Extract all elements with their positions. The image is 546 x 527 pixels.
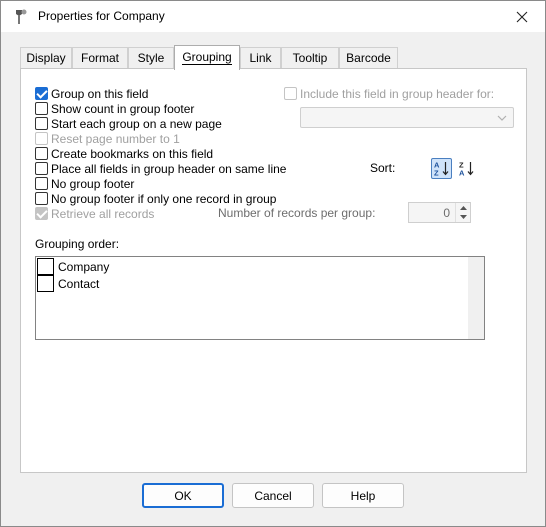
sort-za-icon: Z A xyxy=(459,161,474,178)
checkbox-box[interactable] xyxy=(35,177,48,190)
sort-az-icon: A Z xyxy=(434,161,449,178)
same-line-checkbox[interactable]: Place all fields in group header on same… xyxy=(35,161,286,176)
bookmarks-checkbox[interactable]: Create bookmarks on this field xyxy=(35,146,213,161)
tab-link[interactable]: Link xyxy=(240,47,281,69)
checkbox-box[interactable] xyxy=(35,102,48,115)
sort-label: Sort: xyxy=(370,161,396,175)
list-item-checkbox[interactable] xyxy=(37,258,54,275)
app-icon xyxy=(16,9,27,24)
checkbox-box xyxy=(35,207,48,220)
list-item[interactable]: Contact xyxy=(37,275,99,292)
close-icon xyxy=(516,11,528,22)
sort-descending-button[interactable]: Z A xyxy=(456,158,477,179)
new-page-checkbox[interactable]: Start each group on a new page xyxy=(35,116,222,131)
spin-up-button xyxy=(456,203,471,212)
cancel-button[interactable]: Cancel xyxy=(232,483,314,508)
ok-button[interactable]: OK xyxy=(142,483,224,508)
list-item-checkbox[interactable] xyxy=(37,275,54,292)
tab-format[interactable]: Format xyxy=(72,47,128,69)
tab-grouping[interactable]: Grouping xyxy=(174,45,240,70)
checkbox-box xyxy=(284,87,297,100)
spin-down-button xyxy=(456,212,471,221)
spinner-buttons xyxy=(455,203,470,222)
tab-display[interactable]: Display xyxy=(20,47,72,69)
tab-barcode[interactable]: Barcode xyxy=(339,47,398,69)
checkbox-box[interactable] xyxy=(35,147,48,160)
svg-text:A: A xyxy=(459,169,465,178)
caret-up-icon xyxy=(460,205,467,210)
tab-tooltip[interactable]: Tooltip xyxy=(281,47,339,69)
grouping-order-list[interactable]: Company Contact xyxy=(35,256,485,340)
list-scrollbar[interactable] xyxy=(468,257,484,339)
title-bar: Properties for Company xyxy=(1,1,545,32)
include-header-checkbox: Include this field in group header for: xyxy=(284,86,494,101)
grouping-panel: Group on this field Show count in group … xyxy=(20,68,527,473)
tab-style[interactable]: Style xyxy=(128,47,174,69)
reset-page-checkbox: Reset page number to 1 xyxy=(35,131,180,146)
checkbox-box[interactable] xyxy=(35,192,48,205)
no-footer-single-checkbox[interactable]: No group footer if only one record in gr… xyxy=(35,191,276,206)
list-item[interactable]: Company xyxy=(37,258,109,275)
retrieve-all-checkbox: Retrieve all records xyxy=(35,206,154,221)
show-count-checkbox[interactable]: Show count in group footer xyxy=(35,101,194,116)
checkbox-box[interactable] xyxy=(35,117,48,130)
svg-text:Z: Z xyxy=(434,169,439,178)
caret-down-icon xyxy=(460,214,467,219)
checkbox-box[interactable] xyxy=(35,162,48,175)
checkbox-box xyxy=(35,132,48,145)
group-on-field-checkbox[interactable]: Group on this field xyxy=(35,86,148,101)
help-button[interactable]: Help xyxy=(322,483,404,508)
close-button[interactable] xyxy=(499,1,545,32)
chevron-down-icon xyxy=(497,115,507,121)
include-header-combo xyxy=(300,107,514,128)
records-per-group-spinner: 0 xyxy=(408,202,471,223)
window-title: Properties for Company xyxy=(38,9,165,23)
properties-dialog: Properties for Company Display Format St… xyxy=(0,0,546,527)
no-footer-checkbox[interactable]: No group footer xyxy=(35,176,134,191)
sort-ascending-button[interactable]: A Z xyxy=(431,158,452,179)
grouping-order-label: Grouping order: xyxy=(35,237,120,251)
records-per-group-label: Number of records per group: xyxy=(218,206,376,220)
checkbox-box[interactable] xyxy=(35,87,48,100)
